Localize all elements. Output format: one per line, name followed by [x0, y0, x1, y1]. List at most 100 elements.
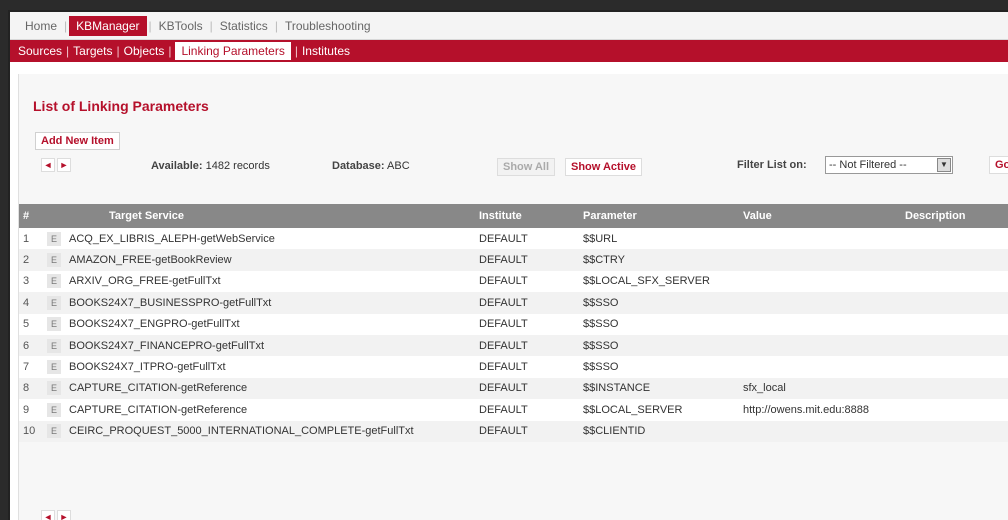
value-cell: [739, 249, 901, 270]
subnav-targets[interactable]: Targets: [69, 42, 116, 60]
available-count: Available: 1482 records: [151, 160, 270, 172]
filter-label: Filter List on:: [737, 159, 807, 171]
table-row[interactable]: 8 E CAPTURE_CITATION-getReference DEFAULT $$…: [19, 377, 1008, 400]
row-number: 7: [23, 361, 30, 374]
edit-button[interactable]: E: [47, 295, 61, 310]
row-number: 3: [23, 275, 30, 288]
edit-button[interactable]: E: [47, 338, 61, 353]
edit-button[interactable]: E: [47, 231, 61, 246]
target-service-cell: AMAZON_FREE-getBookReview: [69, 254, 232, 267]
parameter-cell: $$SSO: [583, 296, 619, 309]
value-cell: [739, 335, 901, 356]
parameter-cell: $$LOCAL_SFX_SERVER: [583, 275, 710, 288]
col-header-num[interactable]: #: [19, 204, 43, 228]
show-active-button[interactable]: Show Active: [565, 158, 642, 176]
target-service-cell: ACQ_EX_LIBRIS_ALEPH-getWebService: [69, 232, 275, 245]
row-number: 4: [23, 296, 30, 309]
value-cell: [739, 228, 901, 249]
description-cell: [901, 378, 1008, 399]
database-label: Database:: [332, 160, 385, 172]
database-info: Database: ABC: [332, 160, 410, 172]
subnav-sources[interactable]: Sources: [14, 42, 66, 60]
subnav-institutes[interactable]: Institutes: [298, 42, 354, 60]
subnav-objects[interactable]: Objects: [120, 42, 169, 60]
app-frame: Home | KBManager | KBTools | Statistics | Tr…: [8, 10, 1008, 520]
table-row[interactable]: 2 E AMAZON_FREE-getBookReview DEFAULT $$CTRY: [19, 249, 1008, 271]
parameter-cell: $$CLIENTID: [583, 425, 646, 438]
institute-cell: DEFAULT: [479, 232, 528, 245]
description-cell: [901, 228, 1008, 249]
table-row[interactable]: 7 E BOOKS24X7_ITPRO-getFullTxt DEFAULT $$SSO: [19, 356, 1008, 378]
next-page-icon[interactable]: ►: [57, 158, 71, 172]
description-cell: [901, 421, 1008, 442]
row-number: 8: [23, 382, 30, 395]
edit-button[interactable]: E: [47, 274, 61, 289]
table-row[interactable]: 4 E BOOKS24X7_BUSINESSPRO-getFullTxt DEFAUL…: [19, 292, 1008, 314]
description-cell: [901, 399, 1008, 420]
parameter-cell: $$URL: [583, 232, 618, 245]
edit-button[interactable]: E: [47, 360, 61, 375]
nav-kbtools[interactable]: KBTools: [152, 16, 210, 36]
database-value: ABC: [387, 160, 410, 172]
institute-cell: DEFAULT: [479, 361, 528, 374]
description-cell: [901, 271, 1008, 292]
add-new-item-button[interactable]: Add New Item: [35, 132, 120, 150]
nav-kbmanager[interactable]: KBManager: [69, 15, 147, 36]
edit-button[interactable]: E: [47, 402, 61, 417]
table-body: 1 E ACQ_EX_LIBRIS_ALEPH-getWebService DEFAU…: [19, 228, 1008, 442]
col-header-parameter[interactable]: Parameter: [579, 204, 739, 228]
prev-page-icon[interactable]: ◄: [41, 158, 55, 172]
row-number: 10: [23, 425, 36, 438]
parameter-cell: $$SSO: [583, 318, 619, 331]
parameter-cell: $$SSO: [583, 339, 619, 352]
pager-bottom: ◄ ►: [41, 510, 71, 520]
edit-button[interactable]: E: [47, 253, 61, 268]
institute-cell: DEFAULT: [479, 318, 528, 331]
filter-select[interactable]: -- Not Filtered -- ▼: [825, 156, 953, 174]
row-number: 6: [23, 339, 30, 352]
table-header-row: # Target Service Institute Parameter Val…: [19, 204, 1008, 228]
table-row[interactable]: 3 E ARXIV_ORG_FREE-getFullTxt DEFAULT $$LOCA…: [19, 270, 1008, 293]
description-cell: [901, 249, 1008, 270]
table-row[interactable]: 6 E BOOKS24X7_FINANCEPRO-getFullTxt DEFAULT…: [19, 334, 1008, 357]
value-cell: [739, 356, 901, 377]
col-header-institute[interactable]: Institute: [475, 204, 579, 228]
edit-button[interactable]: E: [47, 381, 61, 396]
sub-navigation: Sources | Targets | Objects | Linking Param…: [10, 40, 1008, 62]
description-cell: [901, 335, 1008, 356]
list-toolbar: Add New Item ◄ ► Available: 1482 records…: [19, 126, 1008, 204]
table-row[interactable]: 1 E ACQ_EX_LIBRIS_ALEPH-getWebService DEFAU…: [19, 228, 1008, 250]
target-service-cell: BOOKS24X7_ITPRO-getFullTxt: [69, 361, 226, 374]
top-navigation: Home | KBManager | KBTools | Statistics | Tr…: [10, 12, 1008, 40]
target-service-cell: BOOKS24X7_BUSINESSPRO-getFullTxt: [69, 296, 272, 309]
nav-home[interactable]: Home: [18, 16, 64, 36]
description-cell: [901, 292, 1008, 313]
table-row[interactable]: 10 E CEIRC_PROQUEST_5000_INTERNATIONAL_COM…: [19, 420, 1008, 442]
nav-statistics[interactable]: Statistics: [213, 16, 275, 36]
col-header-description[interactable]: Description: [901, 204, 1008, 228]
chevron-down-icon[interactable]: ▼: [937, 158, 951, 172]
col-header-value[interactable]: Value: [739, 204, 901, 228]
parameter-cell: $$LOCAL_SERVER: [583, 403, 683, 416]
row-number: 1: [23, 232, 30, 245]
value-cell: [739, 314, 901, 335]
next-page-icon[interactable]: ►: [57, 510, 71, 520]
value-cell: [739, 421, 901, 442]
table-row[interactable]: 5 E BOOKS24X7_ENGPRO-getFullTxt DEFAULT $$SS…: [19, 313, 1008, 335]
page-title: List of Linking Parameters: [33, 98, 209, 114]
institute-cell: DEFAULT: [479, 425, 528, 438]
show-all-button[interactable]: Show All: [497, 158, 556, 176]
table-row[interactable]: 9 E CAPTURE_CITATION-getReference DEFAULT $$…: [19, 399, 1008, 421]
subnav-linking-parameters[interactable]: Linking Parameters: [175, 42, 291, 60]
filter-select-value: -- Not Filtered --: [829, 159, 907, 171]
edit-button[interactable]: E: [47, 317, 61, 332]
institute-cell: DEFAULT: [479, 382, 528, 395]
nav-troubleshooting[interactable]: Troubleshooting: [278, 16, 378, 36]
edit-button[interactable]: E: [47, 424, 61, 439]
col-header-target[interactable]: Target Service: [65, 204, 475, 228]
description-cell: [901, 356, 1008, 377]
target-service-cell: BOOKS24X7_FINANCEPRO-getFullTxt: [69, 339, 265, 352]
go-button[interactable]: Go: [989, 156, 1008, 174]
target-service-cell: CEIRC_PROQUEST_5000_INTERNATIONAL_COMPLE…: [69, 425, 414, 438]
prev-page-icon[interactable]: ◄: [41, 510, 55, 520]
